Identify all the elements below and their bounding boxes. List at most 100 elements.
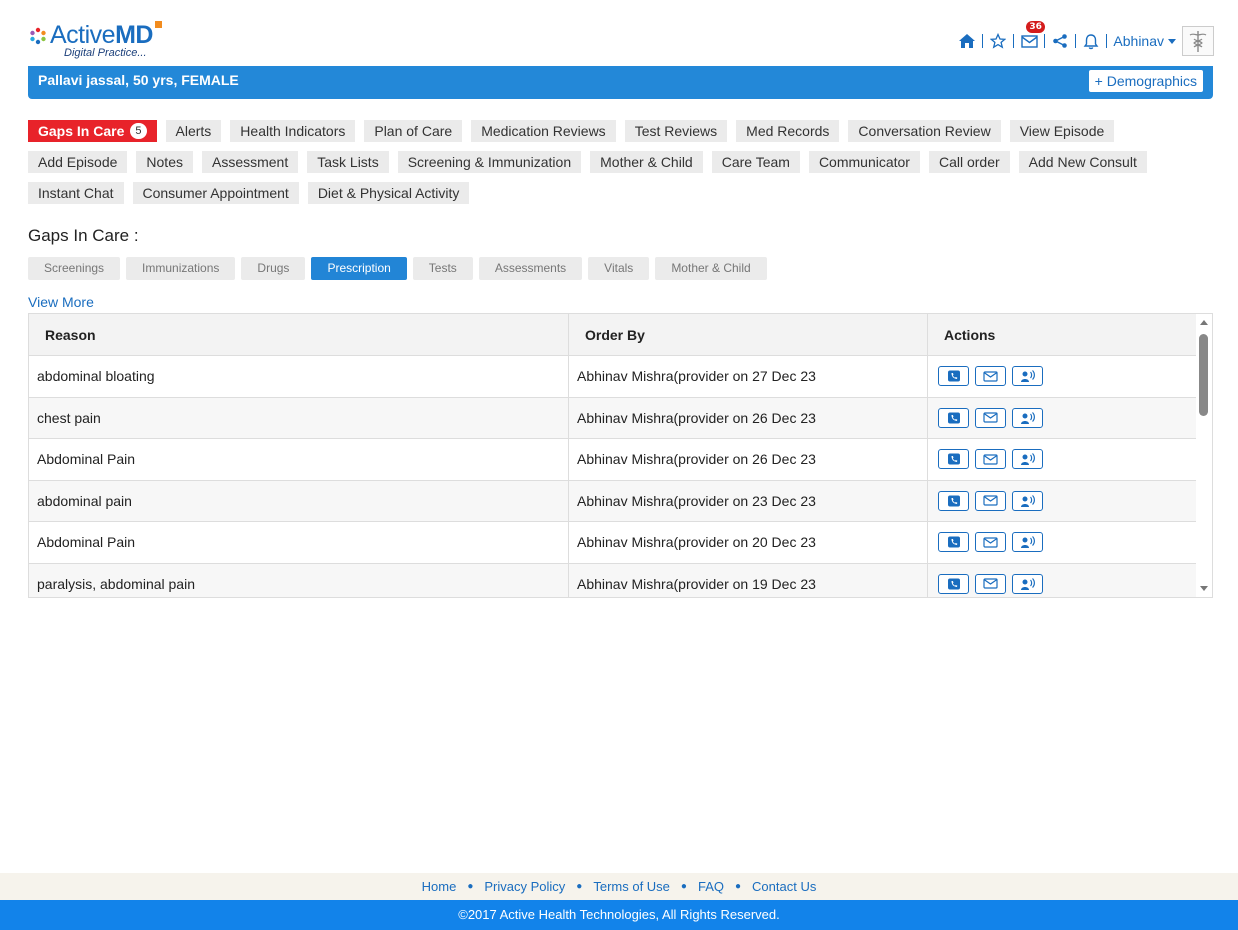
- email-icon: [983, 412, 998, 423]
- call-button[interactable]: [938, 407, 969, 428]
- share-icon[interactable]: [1049, 30, 1071, 52]
- email-button[interactable]: [975, 407, 1006, 428]
- footer-link-privacy-policy[interactable]: Privacy Policy: [484, 879, 565, 894]
- inbox-icon[interactable]: 36: [1018, 21, 1045, 52]
- gaps-sub-tabs: Screenings Immunizations Drugs Prescript…: [28, 257, 773, 280]
- tab-care-team[interactable]: Care Team: [711, 151, 800, 173]
- voice-button[interactable]: [1012, 366, 1043, 387]
- call-button[interactable]: [938, 366, 969, 387]
- subtab-vitals[interactable]: Vitals: [588, 257, 650, 280]
- tab-conversation-review[interactable]: Conversation Review: [848, 120, 1001, 142]
- call-button[interactable]: [938, 449, 969, 470]
- email-icon: [983, 371, 998, 382]
- star-icon[interactable]: [987, 30, 1009, 52]
- tab-test-reviews[interactable]: Test Reviews: [624, 120, 728, 142]
- actions-cell: [928, 398, 1197, 439]
- avatar[interactable]: [1182, 26, 1214, 56]
- subtab-mother-child[interactable]: Mother & Child: [655, 257, 767, 280]
- tab-alerts[interactable]: Alerts: [165, 120, 222, 142]
- tab-diet-physical-activity[interactable]: Diet & Physical Activity: [307, 182, 470, 204]
- order-by-cell: Abhinav Mishra(provider on 20 Dec 23: [569, 522, 928, 563]
- tab-view-episode[interactable]: View Episode: [1009, 120, 1115, 142]
- footer-link-contact-us[interactable]: Contact Us: [752, 879, 816, 894]
- subtab-prescription[interactable]: Prescription: [311, 257, 407, 280]
- chevron-down-icon: [1168, 38, 1176, 44]
- tab-plan-of-care[interactable]: Plan of Care: [364, 120, 463, 142]
- tab-health-indicators[interactable]: Health Indicators: [230, 120, 356, 142]
- user-name-label: Abhinav: [1113, 33, 1164, 49]
- header-separator: [1106, 34, 1108, 48]
- phone-icon: [947, 412, 960, 424]
- bell-icon[interactable]: [1080, 30, 1102, 52]
- call-button[interactable]: [938, 532, 969, 553]
- tab-label: Gaps In Care: [38, 123, 125, 139]
- scrollbar-thumb[interactable]: [1199, 334, 1208, 416]
- tab-notes[interactable]: Notes: [136, 151, 193, 173]
- voice-icon: [1020, 536, 1035, 549]
- email-button[interactable]: [975, 490, 1006, 511]
- voice-icon: [1020, 494, 1035, 507]
- reason-cell: abdominal bloating: [29, 356, 569, 397]
- scroll-up-icon[interactable]: [1200, 320, 1208, 325]
- table-row: abdominal pain Abhinav Mishra(provider o…: [29, 480, 1197, 522]
- actions-cell: [928, 481, 1197, 522]
- tab-add-episode[interactable]: Add Episode: [28, 151, 128, 173]
- tab-mother-child[interactable]: Mother & Child: [590, 151, 703, 173]
- reason-cell: Abdominal Pain: [29, 522, 569, 563]
- tab-consumer-appointment[interactable]: Consumer Appointment: [132, 182, 299, 204]
- voice-button[interactable]: [1012, 407, 1043, 428]
- tab-screening-immunization[interactable]: Screening & Immunization: [397, 151, 582, 173]
- footer-link-faq[interactable]: FAQ: [698, 879, 724, 894]
- app-header: ActiveMD Digital Practice... 36 Abhinav: [0, 0, 1238, 66]
- subtab-drugs[interactable]: Drugs: [241, 257, 306, 280]
- email-button[interactable]: [975, 449, 1006, 470]
- tab-add-new-consult[interactable]: Add New Consult: [1018, 151, 1147, 173]
- voice-button[interactable]: [1012, 449, 1043, 470]
- table-header: Reason Order By Actions: [29, 314, 1197, 356]
- tab-gaps-in-care[interactable]: Gaps In Care 5: [28, 120, 157, 142]
- voice-button[interactable]: [1012, 532, 1043, 553]
- reason-cell: chest pain: [29, 397, 569, 438]
- table-row: Abdominal Pain Abhinav Mishra(provider o…: [29, 439, 1197, 481]
- order-by-cell: Abhinav Mishra(provider on 27 Dec 23: [569, 356, 928, 397]
- module-tabs: Gaps In Care 5 Alerts Health Indicators …: [28, 120, 1218, 213]
- footer-link-home[interactable]: Home: [422, 879, 457, 894]
- tab-task-lists[interactable]: Task Lists: [307, 151, 389, 173]
- subtab-assessments[interactable]: Assessments: [478, 257, 583, 280]
- logo-wordmark: ActiveMD: [50, 21, 153, 49]
- tab-med-records[interactable]: Med Records: [736, 120, 840, 142]
- tab-medication-reviews[interactable]: Medication Reviews: [471, 120, 616, 142]
- call-button[interactable]: [938, 490, 969, 511]
- scroll-down-icon[interactable]: [1200, 586, 1208, 591]
- email-button[interactable]: [975, 532, 1006, 553]
- reason-cell: Abdominal Pain: [29, 439, 569, 480]
- subtab-screenings[interactable]: Screenings: [28, 257, 121, 280]
- copyright-bar: ©2017 Active Health Technologies, All Ri…: [0, 900, 1238, 930]
- view-more-link[interactable]: View More: [28, 294, 94, 310]
- tab-instant-chat[interactable]: Instant Chat: [28, 182, 124, 204]
- table-scrollbar[interactable]: [1196, 314, 1212, 597]
- bullet-separator: ●: [467, 881, 474, 892]
- user-menu[interactable]: Abhinav: [1113, 33, 1176, 49]
- patient-banner: Pallavi jassal, 50 yrs, FEMALE + Demogra…: [28, 66, 1213, 99]
- home-icon[interactable]: [956, 30, 978, 52]
- subtab-tests[interactable]: Tests: [412, 257, 473, 280]
- email-icon: [983, 495, 998, 506]
- call-button[interactable]: [938, 573, 969, 594]
- voice-button[interactable]: [1012, 490, 1043, 511]
- tab-assessment[interactable]: Assessment: [201, 151, 299, 173]
- voice-button[interactable]: [1012, 573, 1043, 594]
- bullet-separator: ●: [734, 881, 742, 892]
- column-header-reason[interactable]: Reason: [29, 314, 569, 356]
- email-button[interactable]: [975, 366, 1006, 387]
- section-title: Gaps In Care :: [28, 226, 139, 245]
- tab-call-order[interactable]: Call order: [928, 151, 1010, 173]
- activemd-logo[interactable]: ActiveMD Digital Practice...: [28, 20, 168, 62]
- column-header-order-by[interactable]: Order By: [569, 314, 928, 356]
- email-button[interactable]: [975, 573, 1006, 594]
- tab-communicator[interactable]: Communicator: [808, 151, 920, 173]
- demographics-button[interactable]: + Demographics: [1088, 70, 1203, 92]
- actions-cell: [928, 439, 1197, 480]
- subtab-immunizations[interactable]: Immunizations: [126, 257, 236, 280]
- footer-link-terms-of-use[interactable]: Terms of Use: [593, 879, 670, 894]
